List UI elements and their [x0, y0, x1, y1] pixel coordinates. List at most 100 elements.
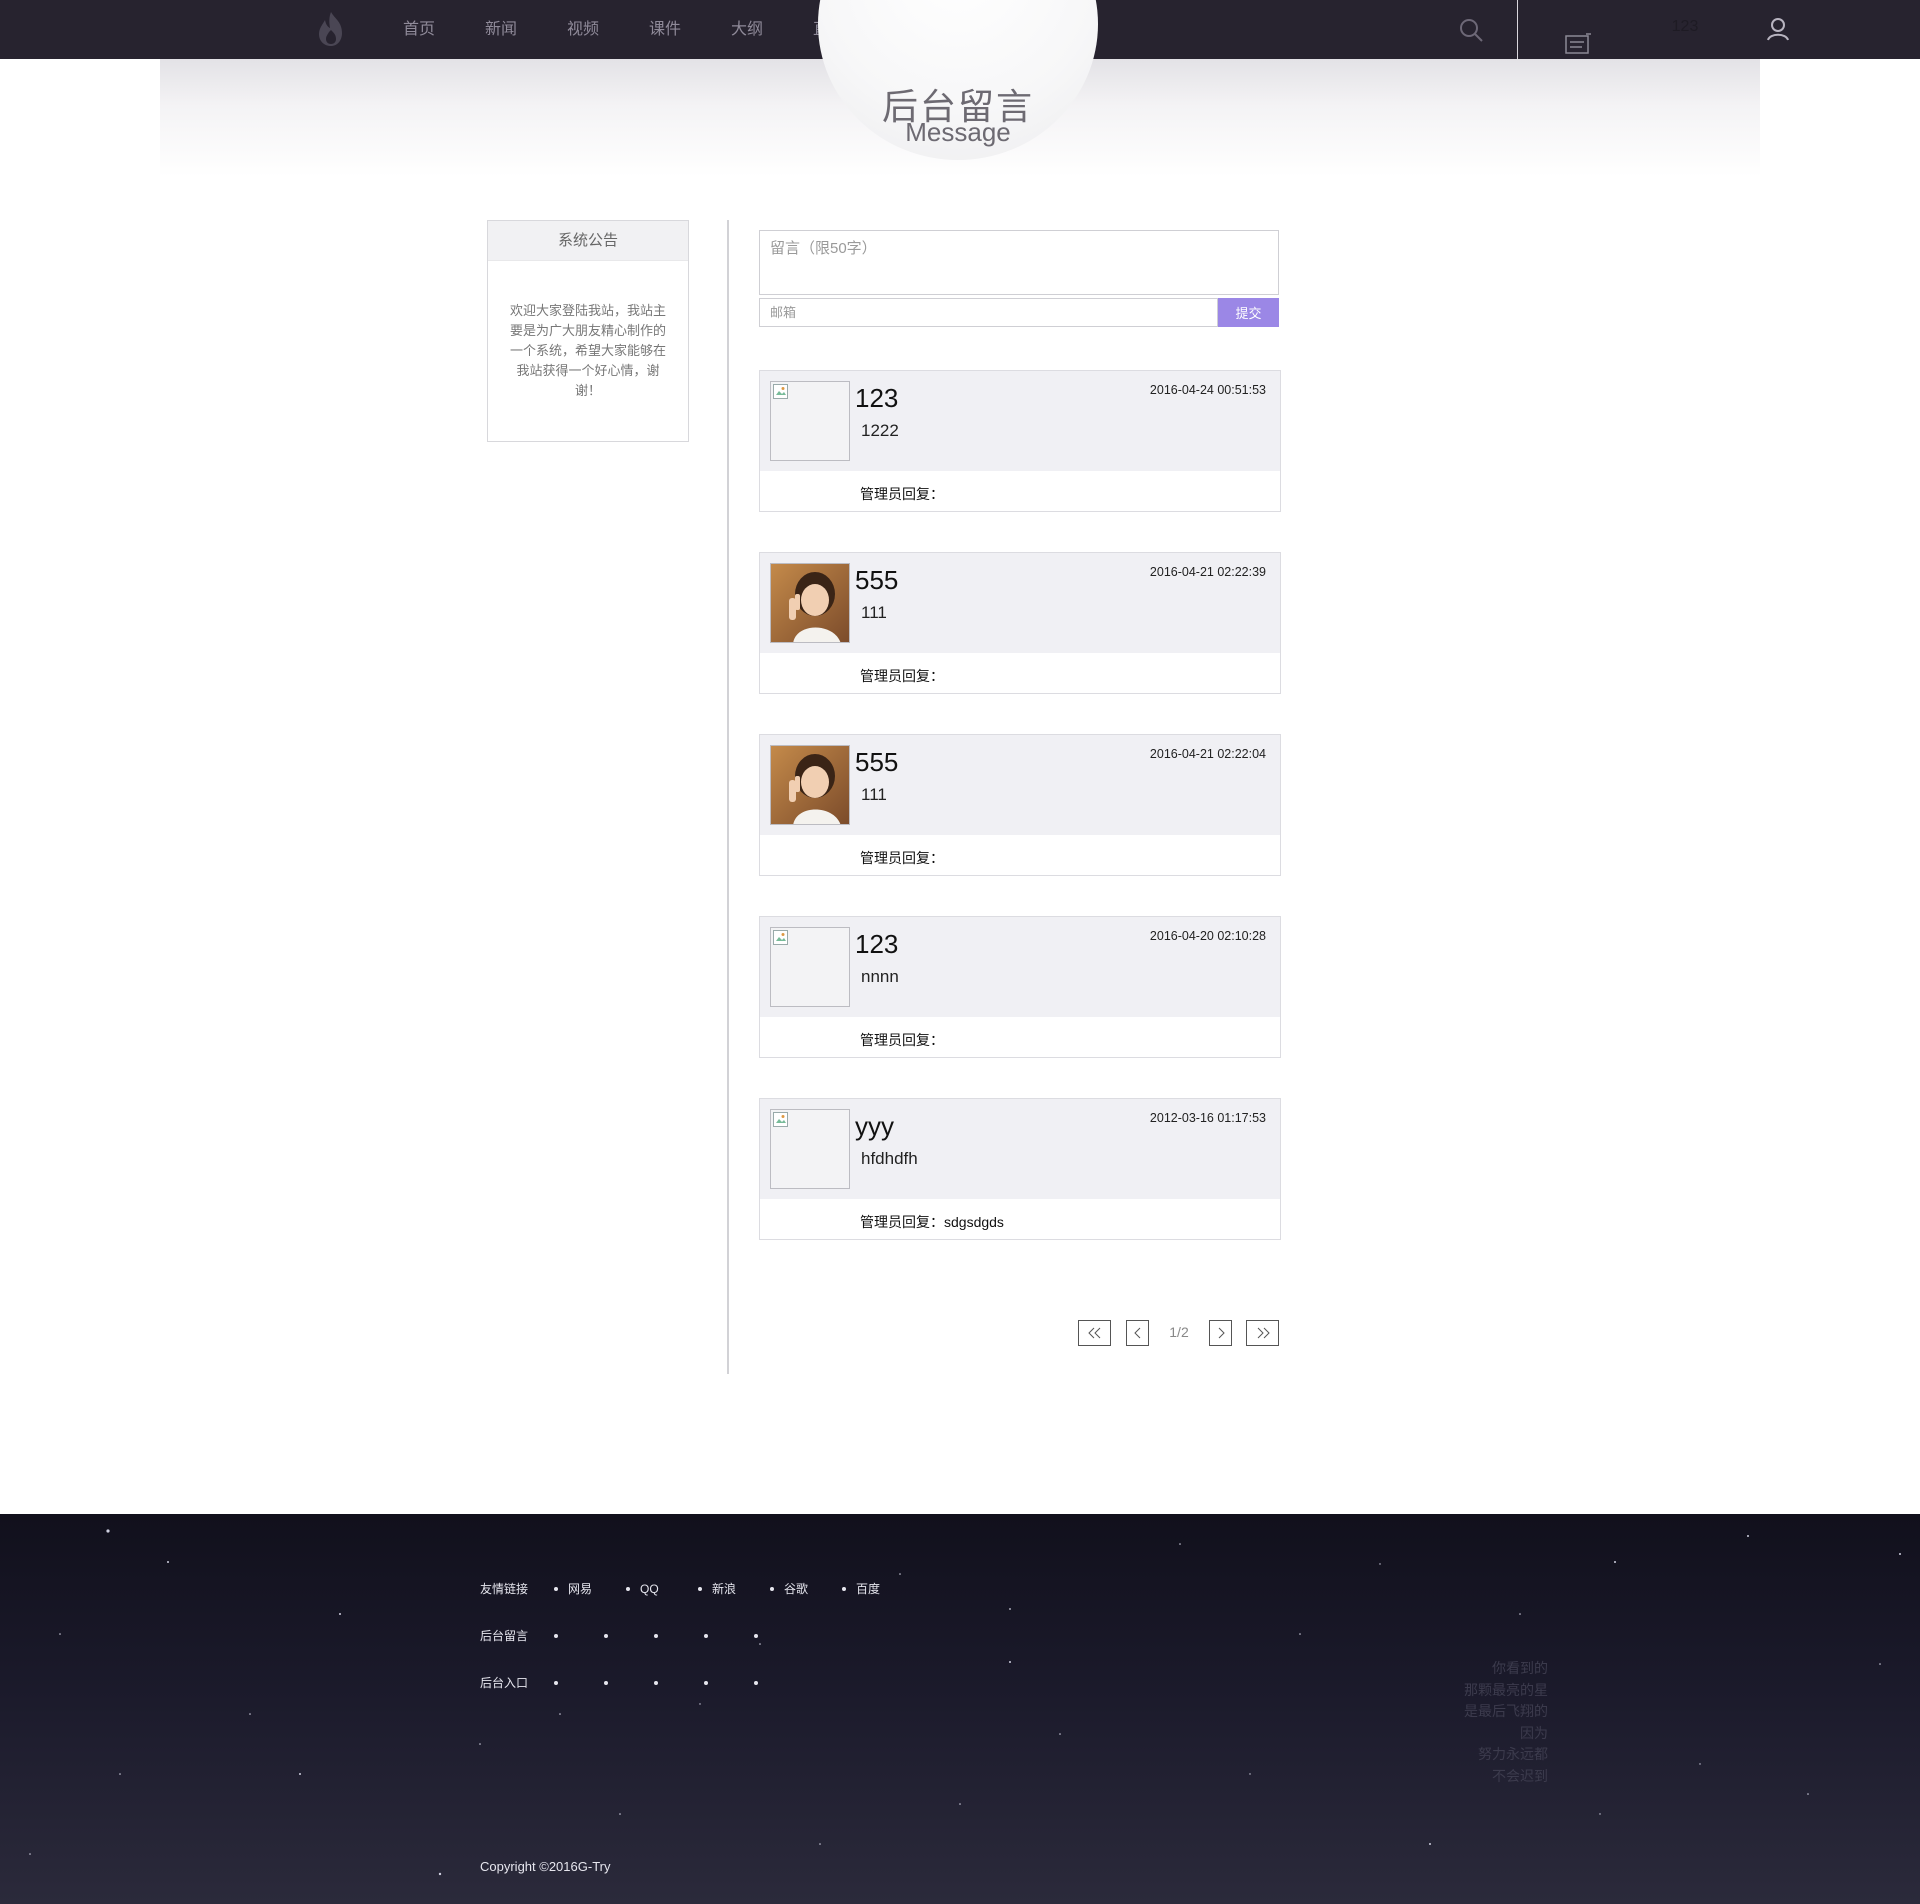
- footer: 友情链接 网易 QQ 新浪 谷歌 百度 后台留言 后台入口 你看到的 那颗最亮的…: [0, 1514, 1920, 1904]
- message-date: 2016-04-21 02:22:04: [1149, 747, 1266, 761]
- avatar-photo: [771, 564, 849, 642]
- prev-page-button[interactable]: [1126, 1320, 1149, 1346]
- admin-reply: 管理员回复：: [860, 1030, 944, 1050]
- copyright: Copyright ©2016G-Try: [480, 1859, 611, 1874]
- admin-reply: 管理员回复：: [860, 666, 944, 686]
- avatar: [770, 745, 850, 825]
- message-author: yyy: [855, 1111, 894, 1141]
- message-content: hfdhdfh: [861, 1149, 918, 1168]
- admin-reply-label: 管理员回复：: [860, 486, 944, 502]
- avatar: [770, 563, 850, 643]
- footer-link[interactable]: [704, 1680, 754, 1685]
- footer-poem: 你看到的 那颗最亮的星 是最后飞翔的 因为 努力永远都 不会迟到: [1400, 1658, 1548, 1787]
- poem-line: 不会迟到: [1492, 1767, 1548, 1784]
- starfield-background: [29, 1529, 1901, 1876]
- poem-line: 是最后飞翔的: [1464, 1703, 1548, 1719]
- admin-reply-label: 管理员回复：: [860, 668, 944, 684]
- footer-row-admin: 后台入口: [480, 1674, 804, 1691]
- broken-image-icon: [773, 930, 788, 945]
- message-content: 1222: [861, 421, 899, 440]
- avatar-photo: [771, 746, 849, 824]
- message-content: 111: [861, 603, 887, 622]
- avatar: [770, 1109, 850, 1189]
- first-page-button[interactable]: [1078, 1320, 1111, 1346]
- poem-line: 努力永远都: [1478, 1746, 1548, 1762]
- double-chevron-right-icon: [1257, 1327, 1270, 1339]
- admin-reply-label: 管理员回复：: [860, 850, 944, 866]
- message-author: 555: [855, 565, 899, 595]
- column-divider: [727, 220, 729, 1374]
- message-card: 123 2016-04-20 02:10:28 nnnn 管理员回复：: [759, 916, 1281, 1058]
- footer-link[interactable]: [554, 1633, 604, 1638]
- admin-reply-text: sdgsdgds: [944, 1214, 1004, 1230]
- search-icon[interactable]: [1457, 16, 1485, 44]
- footer-link[interactable]: QQ: [626, 1582, 698, 1596]
- chevron-left-icon: [1133, 1327, 1140, 1339]
- footer-link[interactable]: [704, 1633, 754, 1638]
- footer-link[interactable]: [554, 1680, 604, 1685]
- admin-reply-label: 管理员回复：: [860, 1214, 944, 1230]
- message-date: 2016-04-24 00:51:53: [1149, 383, 1266, 397]
- footer-link[interactable]: [754, 1680, 804, 1685]
- footer-link[interactable]: 百度: [842, 1580, 914, 1597]
- footer-row-label[interactable]: 后台入口: [480, 1674, 554, 1691]
- next-page-button[interactable]: [1209, 1320, 1232, 1346]
- nav-item-courseware[interactable]: 课件: [624, 0, 706, 59]
- double-chevron-left-icon: [1087, 1327, 1100, 1339]
- message-content: nnnn: [861, 967, 899, 986]
- footer-link[interactable]: [654, 1680, 704, 1685]
- message-author: 123: [855, 929, 899, 959]
- nav-item-video[interactable]: 视频: [542, 0, 624, 59]
- system-notice-panel: 系统公告 欢迎大家登陆我站，我站主要是为广大朋友精心制作的一个系统，希望大家能够…: [487, 220, 689, 442]
- footer-row-label[interactable]: 后台留言: [480, 1627, 554, 1644]
- username[interactable]: 123: [1660, 18, 1710, 36]
- message-textarea[interactable]: [759, 230, 1279, 295]
- message-author: 123: [855, 383, 899, 413]
- page-subtitle: Message: [905, 117, 1011, 147]
- message-card: 555 2016-04-21 02:22:04 111 管理员回复：: [759, 734, 1281, 876]
- page-indicator: 1/2: [1169, 1324, 1189, 1340]
- footer-link[interactable]: 新浪: [698, 1580, 770, 1597]
- message-card: 555 2016-04-21 02:22:39 111 管理员回复：: [759, 552, 1281, 694]
- avatar: [770, 927, 850, 1007]
- message-card: yyy 2012-03-16 01:17:53 hfdhdfh 管理员回复：sd…: [759, 1098, 1281, 1240]
- poem-line: 那颗最亮的星: [1464, 1681, 1548, 1698]
- main-nav: 首页 新闻 视频 课件 大纲 直播: [378, 0, 870, 59]
- message-date: 2016-04-21 02:22:39: [1149, 565, 1266, 579]
- message-content: 111: [861, 785, 887, 804]
- user-icon[interactable]: [1764, 15, 1792, 43]
- poem-line: 因为: [1520, 1724, 1548, 1741]
- footer-link[interactable]: [604, 1633, 654, 1638]
- poem-line: 你看到的: [1492, 1660, 1548, 1676]
- broken-image-icon: [773, 384, 788, 399]
- footer-row-label: 友情链接: [480, 1582, 529, 1596]
- submit-button[interactable]: 提交: [1218, 298, 1279, 327]
- message-card: 123 2016-04-24 00:51:53 1222 管理员回复：: [759, 370, 1281, 512]
- last-page-button[interactable]: [1246, 1320, 1279, 1346]
- broken-image-icon: [773, 1112, 788, 1127]
- footer-link[interactable]: 网易: [554, 1580, 626, 1597]
- nav-item-home[interactable]: 首页: [378, 0, 460, 59]
- admin-reply: 管理员回复：: [860, 484, 944, 504]
- message-date: 2016-04-20 02:10:28: [1149, 929, 1266, 943]
- footer-row-links: 友情链接 网易 QQ 新浪 谷歌 百度: [480, 1580, 914, 1597]
- nav-item-news[interactable]: 新闻: [460, 0, 542, 59]
- chevron-right-icon: [1218, 1327, 1225, 1339]
- avatar: [770, 381, 850, 461]
- footer-row-guestbook: 后台留言: [480, 1627, 804, 1644]
- nav-item-syllabus[interactable]: 大纲: [706, 0, 788, 59]
- footer-link[interactable]: [604, 1680, 654, 1685]
- email-input[interactable]: [759, 298, 1218, 327]
- flame-logo[interactable]: [314, 10, 348, 48]
- footer-link[interactable]: [754, 1633, 804, 1638]
- message-icon[interactable]: [1564, 32, 1592, 56]
- admin-reply-label: 管理员回复：: [860, 1032, 944, 1048]
- notice-title: 系统公告: [488, 221, 688, 261]
- admin-reply: 管理员回复：: [860, 848, 944, 868]
- message-author: 555: [855, 747, 899, 777]
- footer-link[interactable]: 谷歌: [770, 1580, 842, 1597]
- message-date: 2012-03-16 01:17:53: [1149, 1111, 1266, 1125]
- notice-body: 欢迎大家登陆我站，我站主要是为广大朋友精心制作的一个系统，希望大家能够在我站获得…: [510, 303, 667, 398]
- admin-reply: 管理员回复：sdgsdgds: [860, 1212, 1004, 1232]
- footer-link[interactable]: [654, 1633, 704, 1638]
